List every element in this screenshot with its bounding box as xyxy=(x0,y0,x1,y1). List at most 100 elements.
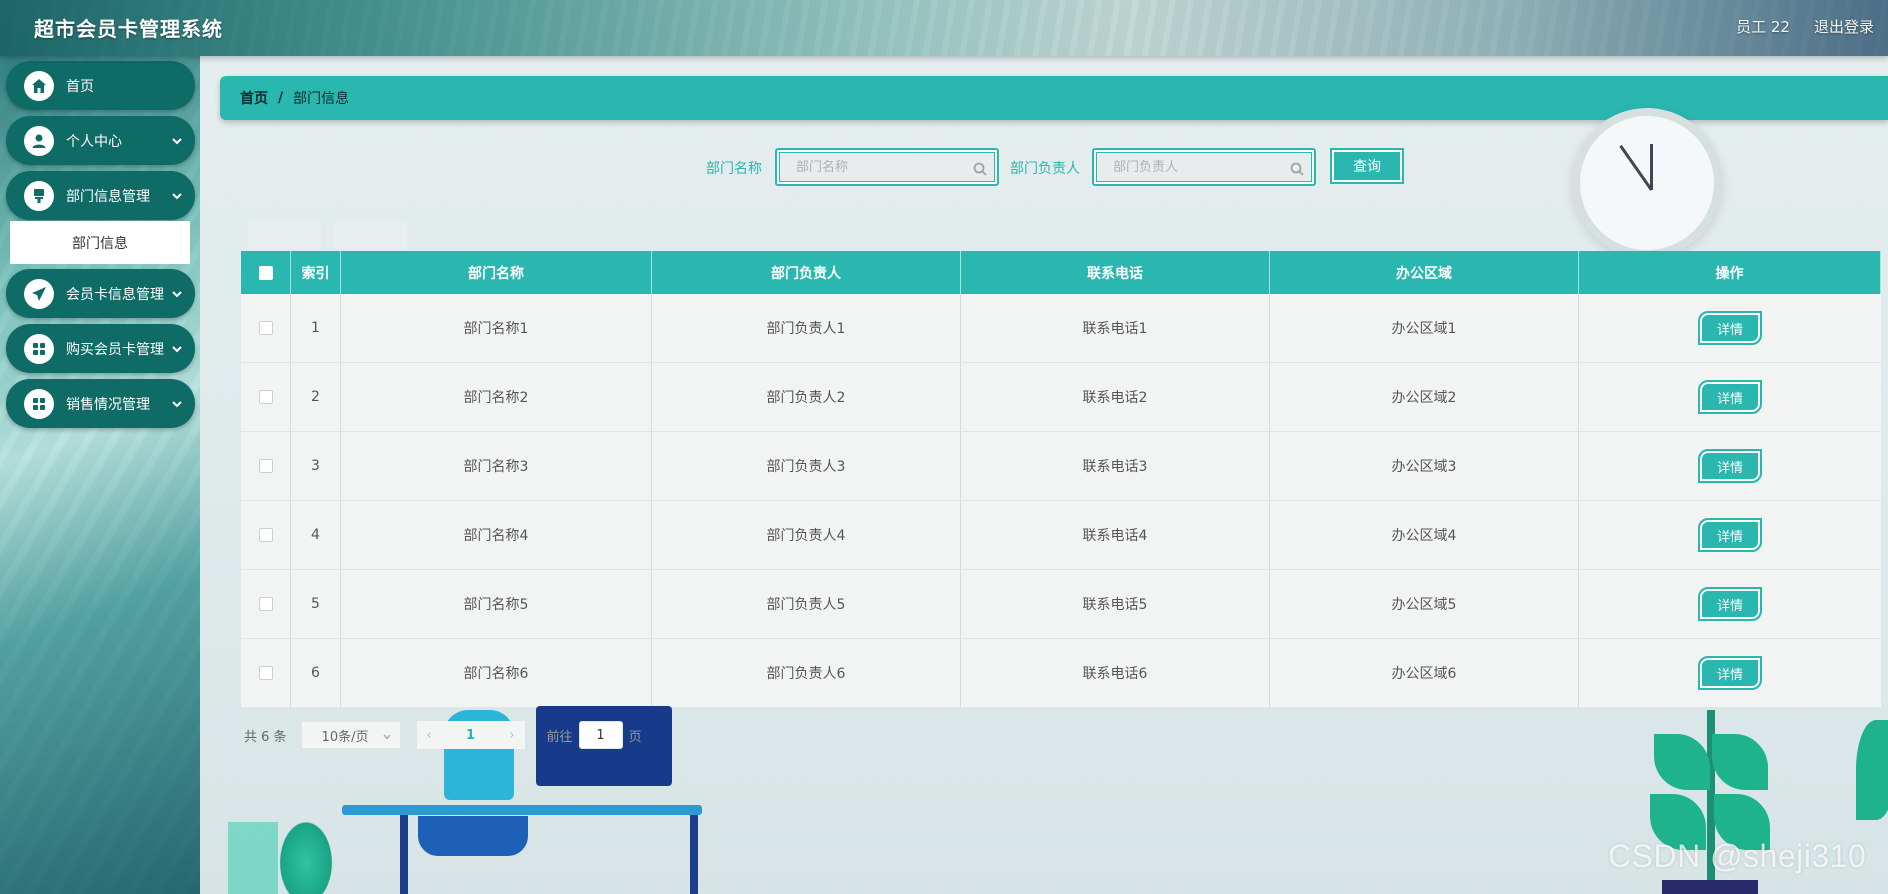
breadcrumb-separator: / xyxy=(278,90,284,106)
select-cell xyxy=(241,501,291,569)
table-row: 6 部门名称6 部门负责人6 联系电话6 办公区域6 详情 xyxy=(241,639,1881,708)
book-decoration xyxy=(228,822,278,894)
detail-button[interactable]: 详情 xyxy=(1698,587,1762,621)
toolbar-placeholder-button[interactable] xyxy=(334,222,407,250)
page-size-select[interactable]: 10条/页 xyxy=(300,721,401,749)
row-checkbox[interactable] xyxy=(258,528,273,542)
cell-dept-name: 部门名称3 xyxy=(341,432,652,500)
cell-index: 1 xyxy=(291,294,341,362)
cell-phone: 联系电话3 xyxy=(961,432,1270,500)
dept-name-field xyxy=(775,148,999,186)
detail-button[interactable]: 详情 xyxy=(1698,311,1762,345)
plant-decoration xyxy=(276,816,336,894)
sidebar-subitem-dept-info[interactable]: 部门信息 xyxy=(10,221,190,264)
toolbar-placeholder-button[interactable] xyxy=(248,222,321,250)
dept-head-input[interactable] xyxy=(1096,152,1312,182)
plant-leaf xyxy=(1654,734,1710,790)
dept-name-label: 部门名称 xyxy=(706,161,762,177)
select-cell xyxy=(241,294,291,362)
watermark: CSDN @sheji310 xyxy=(1608,838,1867,874)
top-header: 超市会员卡管理系统 员工 22 退出登录 xyxy=(0,0,1888,56)
cell-dept-head: 部门负责人6 xyxy=(652,639,961,707)
home-icon xyxy=(24,70,54,101)
prev-page-icon[interactable]: ‹ xyxy=(427,728,432,743)
sidebar-item-label: 销售情况管理 xyxy=(66,396,150,413)
sidebar-item-sales[interactable]: 销售情况管理 xyxy=(6,379,195,428)
dept-name-input[interactable] xyxy=(779,152,995,182)
row-checkbox[interactable] xyxy=(258,666,273,680)
table-row: 2 部门名称2 部门负责人2 联系电话2 办公区域2 详情 xyxy=(241,363,1881,432)
sidebar-item-label: 首页 xyxy=(66,78,94,95)
row-checkbox[interactable] xyxy=(258,459,273,473)
grid-icon xyxy=(24,388,54,419)
column-header[interactable]: 联系电话 xyxy=(961,251,1270,294)
cell-dept-head: 部门负责人3 xyxy=(652,432,961,500)
sidebar-item-buy-card[interactable]: 购买会员卡管理 xyxy=(6,324,195,373)
detail-button[interactable]: 详情 xyxy=(1698,656,1762,690)
cell-dept-name: 部门名称6 xyxy=(341,639,652,707)
sidebar-item-home[interactable]: 首页 xyxy=(6,61,195,110)
detail-button[interactable]: 详情 xyxy=(1698,449,1762,483)
column-header[interactable]: 办公区域 xyxy=(1270,251,1579,294)
cell-index: 6 xyxy=(291,639,341,707)
chevron-down-icon xyxy=(171,343,183,355)
row-checkbox[interactable] xyxy=(258,390,273,404)
cell-phone: 联系电话6 xyxy=(961,639,1270,707)
dept-table: 索引 部门名称 部门负责人 联系电话 办公区域 操作 1 部门名称1 部门负责人… xyxy=(241,251,1881,708)
sidebar-item-member-card[interactable]: 会员卡信息管理 xyxy=(6,269,195,318)
select-cell xyxy=(241,363,291,431)
user-area: 员工 22 退出登录 xyxy=(1736,16,1874,37)
cell-area: 办公区域2 xyxy=(1270,363,1579,431)
row-checkbox[interactable] xyxy=(258,597,273,611)
cell-dept-head: 部门负责人1 xyxy=(652,294,961,362)
search-icon xyxy=(1290,161,1304,176)
query-button[interactable]: 查询 xyxy=(1330,148,1404,184)
cell-index: 4 xyxy=(291,501,341,569)
grid-icon xyxy=(24,333,54,364)
select-cell xyxy=(241,639,291,707)
column-header[interactable]: 部门名称 xyxy=(341,251,652,294)
detail-button[interactable]: 详情 xyxy=(1698,380,1762,414)
action-cell: 详情 xyxy=(1579,432,1881,500)
logout-link[interactable]: 退出登录 xyxy=(1814,16,1874,37)
total-count: 共 6 条 xyxy=(244,729,287,745)
column-header: 索引 xyxy=(291,251,341,294)
cell-dept-head: 部门负责人4 xyxy=(652,501,961,569)
action-cell: 详情 xyxy=(1579,501,1881,569)
current-page[interactable]: 1 xyxy=(466,728,475,743)
plant-leaf xyxy=(1712,734,1768,790)
goto-page-input[interactable] xyxy=(578,721,623,749)
goto-page: 前往 页 xyxy=(547,721,642,749)
row-checkbox[interactable] xyxy=(258,321,273,335)
pagination: 共 6 条 10条/页 ‹ 1 › 前往 页 xyxy=(244,721,642,749)
select-all-checkbox[interactable] xyxy=(258,265,273,280)
sidebar-item-label: 部门信息管理 xyxy=(66,188,150,205)
cell-phone: 联系电话2 xyxy=(961,363,1270,431)
cell-dept-name: 部门名称5 xyxy=(341,570,652,638)
cell-dept-head: 部门负责人5 xyxy=(652,570,961,638)
goto-suffix: 页 xyxy=(628,729,642,745)
search-icon xyxy=(973,161,987,176)
detail-button[interactable]: 详情 xyxy=(1698,518,1762,552)
action-cell: 详情 xyxy=(1579,570,1881,638)
chevron-down-icon xyxy=(382,731,392,746)
action-cell: 详情 xyxy=(1579,294,1881,362)
table-header: 索引 部门名称 部门负责人 联系电话 办公区域 操作 xyxy=(241,251,1881,294)
table-row: 5 部门名称5 部门负责人5 联系电话5 办公区域5 详情 xyxy=(241,570,1881,639)
table-row: 3 部门名称3 部门负责人3 联系电话3 办公区域3 详情 xyxy=(241,432,1881,501)
breadcrumb-home[interactable]: 首页 xyxy=(240,88,268,108)
column-header[interactable]: 部门负责人 xyxy=(652,251,961,294)
next-page-icon[interactable]: › xyxy=(509,728,514,743)
column-header: 操作 xyxy=(1579,251,1881,294)
select-all-cell xyxy=(241,251,291,294)
cell-area: 办公区域4 xyxy=(1270,501,1579,569)
dept-head-field xyxy=(1092,148,1316,186)
send-icon xyxy=(24,278,54,309)
select-cell xyxy=(241,432,291,500)
cell-index: 2 xyxy=(291,363,341,431)
page-size-value: 10条/页 xyxy=(321,729,369,745)
goto-prefix: 前往 xyxy=(546,729,573,745)
breadcrumb-current: 部门信息 xyxy=(293,91,350,107)
cell-phone: 联系电话5 xyxy=(961,570,1270,638)
cell-index: 3 xyxy=(291,432,341,500)
